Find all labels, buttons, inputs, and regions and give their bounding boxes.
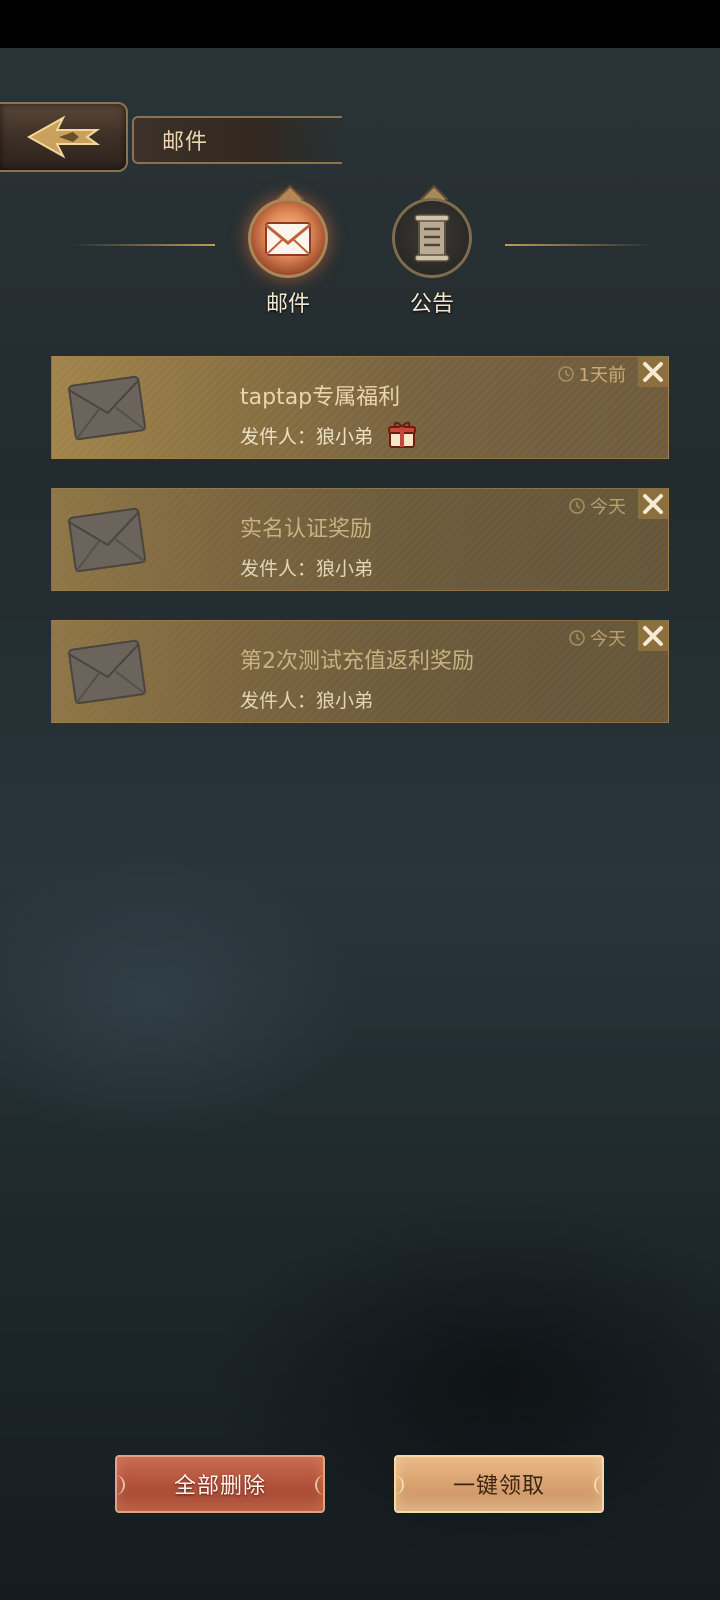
tab-notice-label: 公告	[409, 292, 454, 317]
envelope-icon	[265, 222, 311, 256]
close-icon	[643, 626, 663, 646]
claim-all-label: 一键领取	[452, 1474, 545, 1499]
clock-icon	[569, 498, 585, 514]
mail-sender: 发件人：狼小弟	[240, 690, 374, 712]
button-notch-left	[394, 1475, 404, 1495]
mail-envelope-icon	[61, 362, 154, 455]
tab-mail-medallion	[248, 198, 328, 278]
tab-notice-medallion	[392, 198, 472, 278]
button-notch-right	[594, 1475, 604, 1495]
mail-time: 1天前	[557, 361, 626, 387]
delete-mail-button[interactable]	[638, 489, 668, 519]
mail-title: 实名认证奖励	[240, 517, 373, 542]
button-notch-right	[315, 1475, 325, 1495]
claim-all-button[interactable]: 一键领取	[394, 1455, 604, 1513]
tab-notice[interactable]: 公告	[390, 198, 474, 322]
tab-mail[interactable]: 邮件	[246, 198, 330, 322]
mail-title: taptap专属福利	[240, 385, 401, 410]
mail-time: 今天	[568, 493, 626, 519]
gift-icon	[388, 421, 416, 448]
scroll-icon	[414, 214, 450, 262]
delete-mail-button[interactable]	[638, 357, 668, 387]
page-title: 邮件	[162, 130, 209, 155]
header-plate: 邮件	[132, 116, 342, 164]
back-arrow-icon	[26, 115, 101, 159]
mail-envelope-icon	[61, 494, 154, 587]
close-icon	[643, 494, 663, 514]
back-button[interactable]	[0, 102, 128, 172]
clock-icon	[557, 366, 574, 382]
delete-mail-button[interactable]	[638, 621, 668, 651]
mail-item[interactable]: 实名认证奖励 发件人：狼小弟 今天	[51, 488, 669, 591]
mail-item[interactable]: taptap专属福利 发件人：狼小弟 1天前	[51, 356, 669, 459]
status-bar	[0, 0, 720, 48]
mail-sender: 发件人：狼小弟	[240, 426, 374, 448]
mail-time: 今天	[568, 625, 626, 651]
tab-divider-left	[70, 244, 215, 246]
tab-divider-right	[505, 244, 655, 246]
button-notch-left	[115, 1475, 125, 1495]
mail-time-text: 1天前	[578, 365, 626, 386]
mail-sender: 发件人：狼小弟	[240, 558, 374, 580]
delete-all-button[interactable]: 全部删除	[115, 1455, 325, 1513]
mail-title: 第2次测试充值返利奖励	[240, 649, 474, 674]
close-icon	[643, 362, 663, 382]
tab-mail-label: 邮件	[265, 292, 310, 317]
mail-envelope-icon	[61, 626, 154, 719]
mail-time-text: 今天	[590, 497, 626, 518]
clock-icon	[569, 630, 585, 646]
delete-all-label: 全部删除	[173, 1474, 266, 1499]
mail-time-text: 今天	[590, 629, 626, 650]
mail-item[interactable]: 第2次测试充值返利奖励 发件人：狼小弟 今天	[51, 620, 669, 723]
